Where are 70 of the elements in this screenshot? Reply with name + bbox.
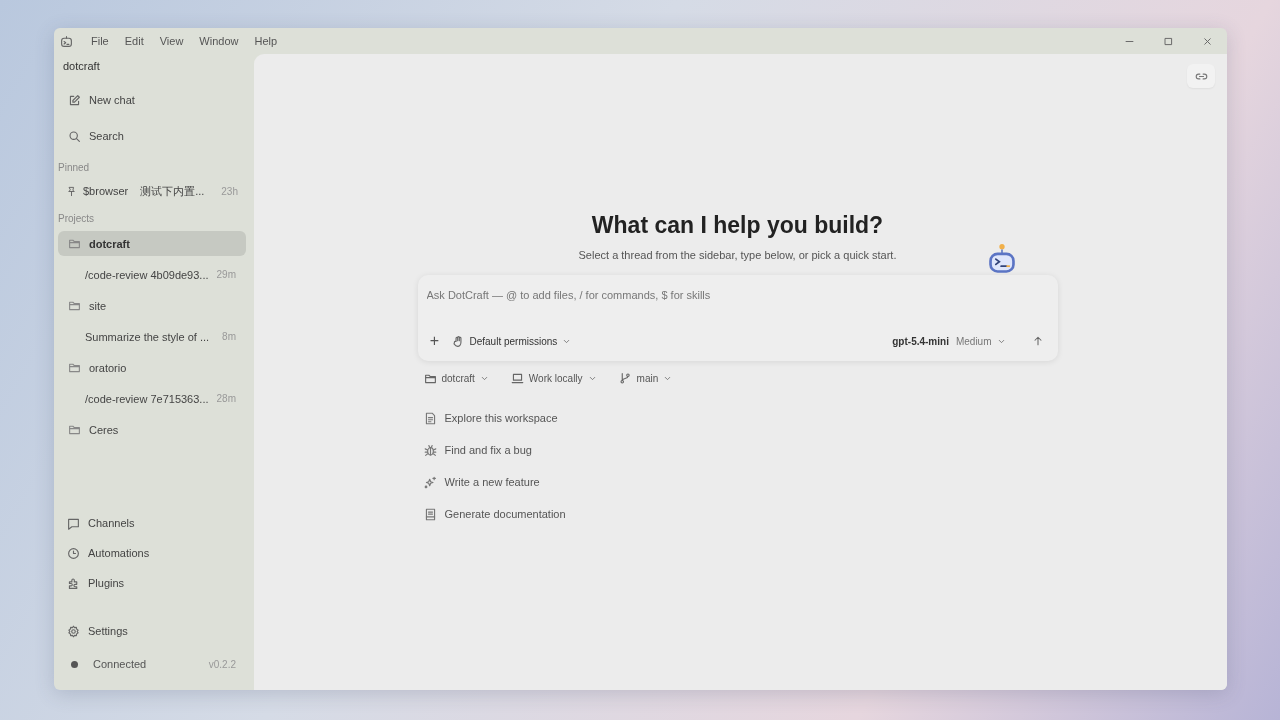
nav-item[interactable]: Automations <box>58 538 246 568</box>
branch-icon <box>618 372 632 385</box>
link-button[interactable] <box>1187 64 1215 88</box>
thread-time: 8m <box>222 331 236 342</box>
up-arrow-icon <box>1031 335 1044 347</box>
quick-start-item[interactable]: Find and fix a bug <box>423 441 1052 459</box>
subheading: Select a thread from the sidebar, type below, or pick a quick start. <box>577 249 898 261</box>
section-label: Projects <box>58 212 96 226</box>
nav-item[interactable]: Plugins <box>58 568 246 598</box>
caret-icon <box>587 374 597 383</box>
connection-status: Connected <box>93 658 147 670</box>
new-chat-icon <box>68 93 81 107</box>
menu-item[interactable]: Edit <box>116 35 152 47</box>
folder-icon <box>423 372 437 385</box>
thread-time: 28m <box>216 393 236 404</box>
model-dropdown[interactable]: gpt-5.4-mini Medium <box>892 335 1006 347</box>
search-icon <box>68 129 81 143</box>
settings-icon <box>67 624 80 638</box>
menu-item[interactable]: File <box>83 35 117 47</box>
permissions-dropdown[interactable]: Default permissions <box>451 334 572 348</box>
project-item[interactable]: site <box>58 293 246 318</box>
document-icon <box>423 411 437 425</box>
search-button[interactable]: Search <box>58 118 246 154</box>
context-dropdown[interactable]: dotcraft <box>423 372 489 385</box>
folder-icon <box>68 237 81 250</box>
context-dropdown[interactable]: Work locally <box>510 372 597 385</box>
laptop-icon <box>510 372 524 385</box>
thread-title[interactable]: /code-review 7e715363... <box>85 392 209 405</box>
menu-item[interactable]: Window <box>191 35 247 47</box>
nav-item[interactable]: Channels <box>58 508 246 538</box>
menu-item[interactable]: View <box>151 35 192 47</box>
folder-icon <box>68 361 81 374</box>
pin-icon <box>66 185 77 197</box>
thread-time: 29m <box>216 269 236 280</box>
thread-preview: 测试下内置... <box>140 183 206 199</box>
thread-time: 23h <box>221 185 238 197</box>
section-label: Pinned <box>58 161 91 175</box>
prompt-input[interactable]: Ask DotCraft — @ to add files, / for commands, $ for skills <box>425 285 1050 305</box>
quick-start-item[interactable]: Generate documentation <box>423 505 1052 523</box>
book-icon <box>423 507 437 521</box>
quick-start-item[interactable]: Explore this workspace <box>423 409 1052 427</box>
maximize-icon <box>1163 35 1174 47</box>
project-item[interactable]: dotcraft <box>58 231 246 256</box>
project-item[interactable]: Ceres <box>58 417 246 442</box>
caret-icon <box>663 374 673 383</box>
status-dot-icon <box>71 660 78 668</box>
heading: What can I help you build? <box>590 211 885 240</box>
clock-icon <box>67 546 80 560</box>
project-item[interactable]: oratorio <box>58 355 246 380</box>
thread-title[interactable]: $browser <box>83 185 129 197</box>
add-button[interactable]: + <box>425 332 444 350</box>
thread-title[interactable]: Summarize the style of ... <box>85 330 210 343</box>
folder-icon <box>68 299 81 312</box>
menu-item[interactable]: Help <box>246 35 286 47</box>
bug-icon <box>423 443 437 457</box>
folder-icon <box>68 423 81 436</box>
app-logo-icon <box>60 34 73 48</box>
sparkle-icon <box>423 475 437 489</box>
version-label: v0.2.2 <box>208 658 236 670</box>
context-dropdown[interactable]: main <box>618 372 673 385</box>
chat-bubble-icon <box>67 516 80 530</box>
caret-icon <box>479 374 489 383</box>
workspace-name: dotcraft <box>62 59 101 74</box>
new-chat-button[interactable]: New chat <box>58 82 246 118</box>
settings-button[interactable]: Settings <box>58 616 246 646</box>
close-icon <box>1202 35 1213 47</box>
quick-start-item[interactable]: Write a new feature <box>423 473 1052 491</box>
hand-icon <box>451 334 465 348</box>
puzzle-icon <box>67 576 80 590</box>
thread-title[interactable]: /code-review 4b09de93... <box>85 268 209 281</box>
